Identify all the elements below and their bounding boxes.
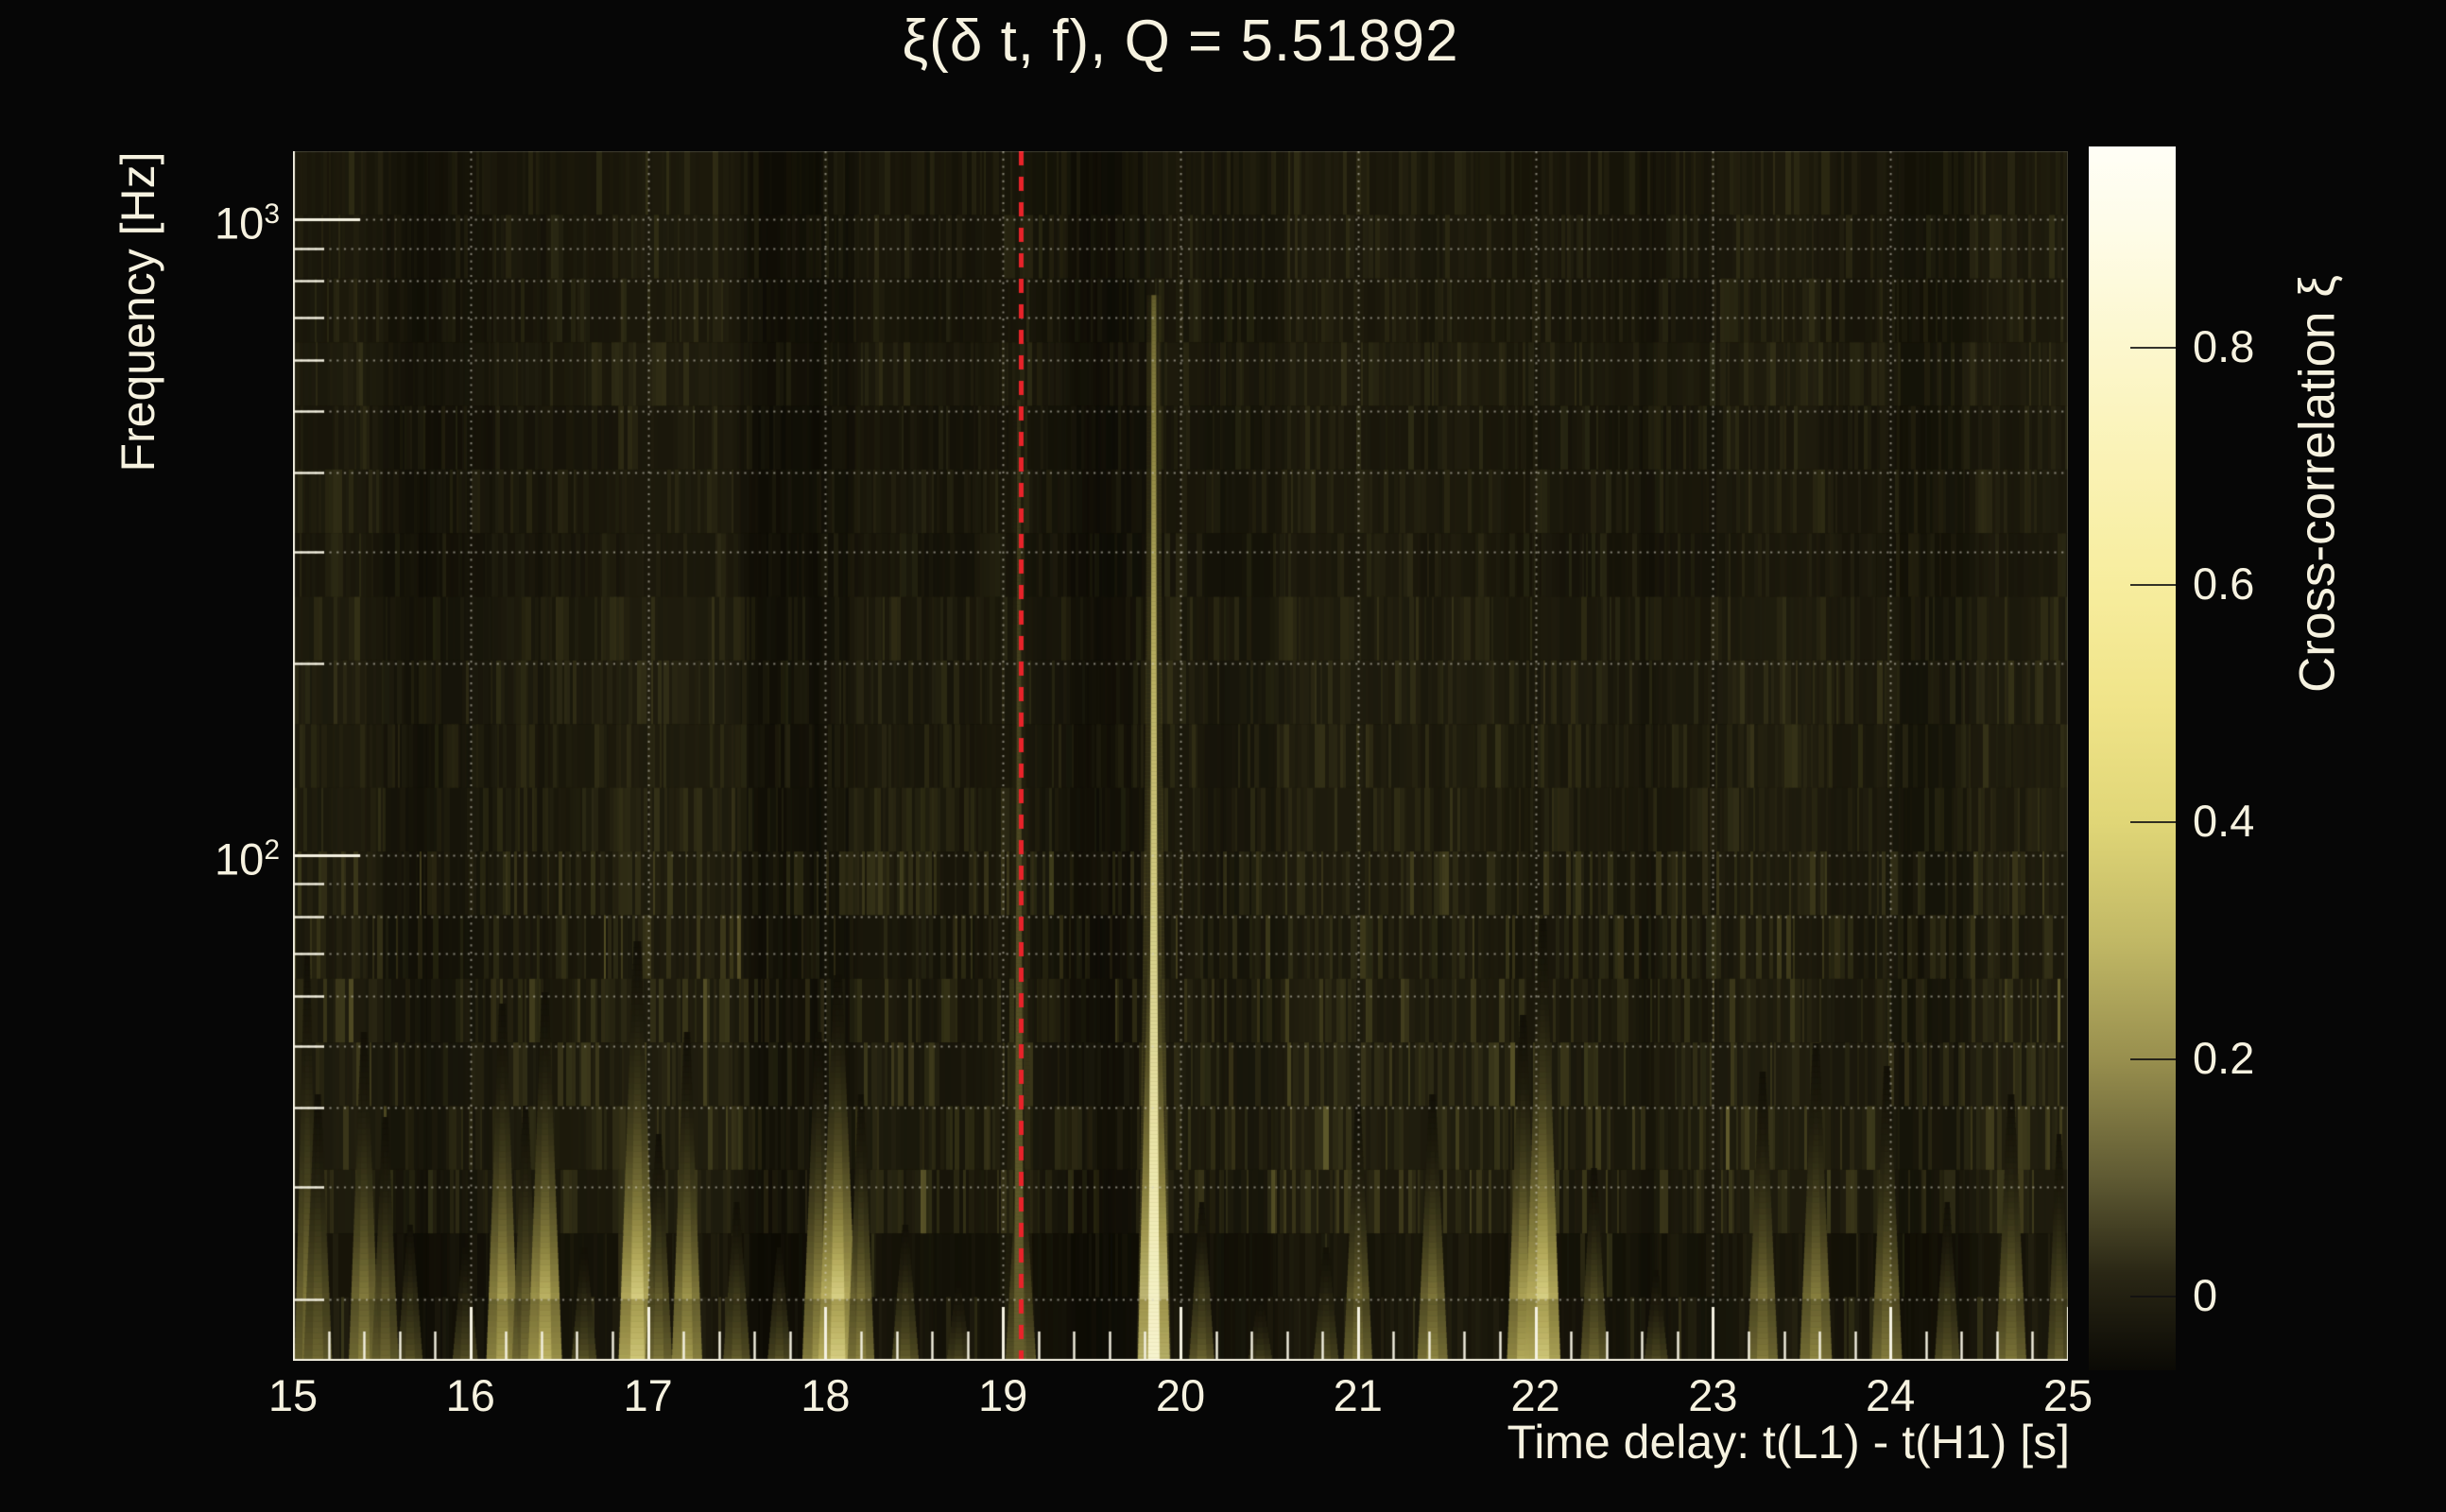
colorbar-tick-0: [2130, 1296, 2176, 1297]
y-tick-label-100: 102: [129, 827, 280, 884]
plot-title: ξ(δ t, f), Q = 5.51892: [293, 8, 2068, 75]
colorbar-tick-label-0.6: 0.6: [2193, 558, 2254, 610]
x-tick-label-15: 15: [227, 1372, 359, 1419]
x-tick-label-17: 17: [582, 1372, 715, 1419]
colorbar-tick-label-0.8: 0.8: [2193, 321, 2254, 372]
x-axis-label: Time delay: t(L1) - t(H1) [s]: [1134, 1415, 2070, 1469]
colorbar-tick-0.8: [2130, 347, 2176, 349]
x-tick-label-25: 25: [2002, 1372, 2134, 1419]
heatmap-canvas: [293, 151, 2068, 1361]
colorbar-tick-label-0.4: 0.4: [2193, 796, 2254, 847]
colorbar-tick-label-0: 0: [2193, 1270, 2217, 1321]
x-tick-label-22: 22: [1470, 1372, 1602, 1419]
figure-root: ξ(δ t, f), Q = 5.51892 Frequency [Hz] Ti…: [0, 0, 2446, 1512]
colorbar-gradient: [2089, 146, 2176, 1370]
colorbar-label: Cross-correlation ξ: [2289, 275, 2347, 693]
y-tick-label-1000: 103: [129, 191, 280, 248]
x-tick-label-16: 16: [405, 1372, 537, 1419]
colorbar-tick-label-0.2: 0.2: [2193, 1033, 2254, 1084]
colorbar-tick-0.4: [2130, 821, 2176, 823]
x-tick-label-20: 20: [1114, 1372, 1247, 1419]
x-tick-label-18: 18: [759, 1372, 891, 1419]
colorbar-tick-0.2: [2130, 1058, 2176, 1060]
x-tick-label-19: 19: [937, 1372, 1069, 1419]
x-tick-label-23: 23: [1646, 1372, 1779, 1419]
x-tick-label-24: 24: [1824, 1372, 1956, 1419]
colorbar-tick-0.6: [2130, 584, 2176, 586]
x-tick-label-21: 21: [1292, 1372, 1424, 1419]
